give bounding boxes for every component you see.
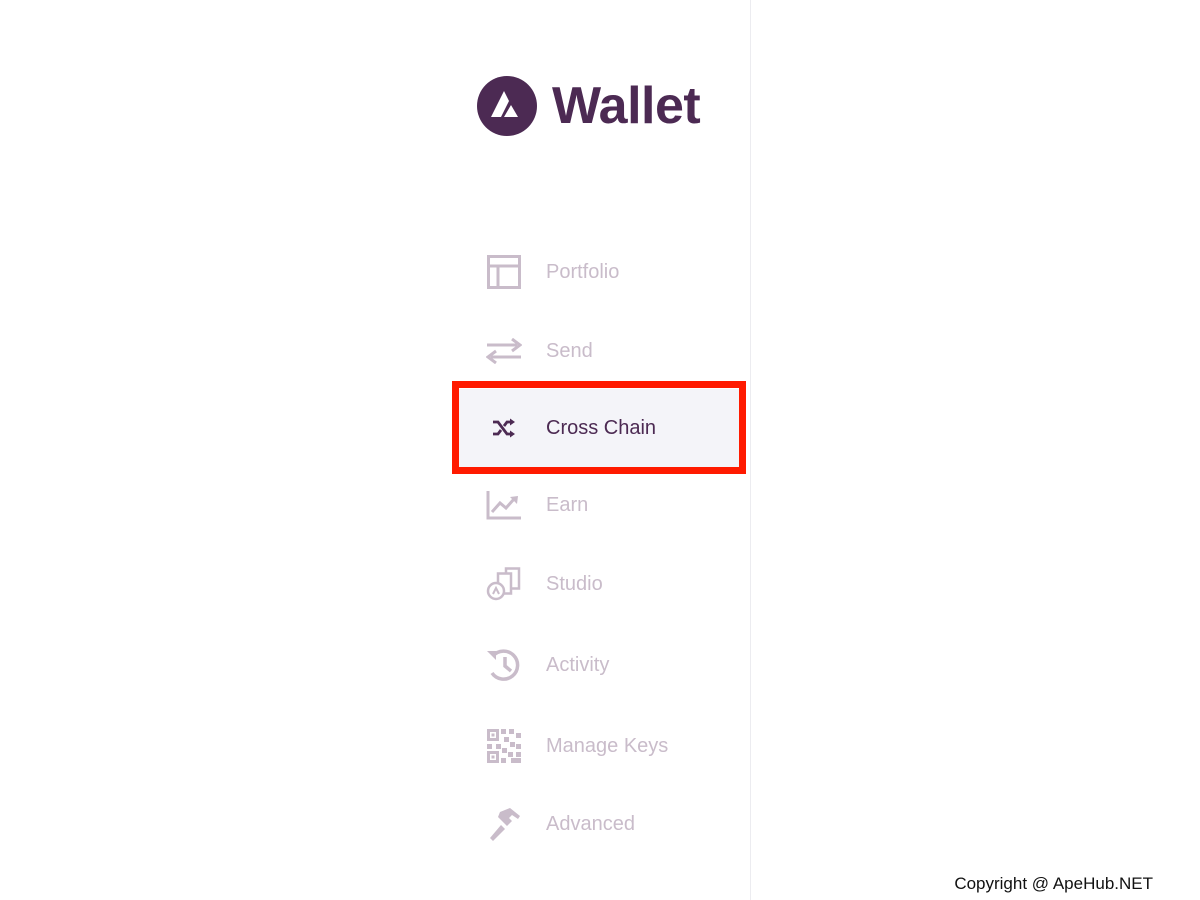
chart-icon bbox=[486, 487, 522, 523]
nav-label-cross-chain: Cross Chain bbox=[546, 417, 657, 439]
nav-item-earn[interactable]: Earn bbox=[459, 466, 739, 544]
nav-label-manage-keys: Manage Keys bbox=[546, 735, 669, 757]
history-icon bbox=[486, 647, 522, 683]
nav-item-studio[interactable]: Studio bbox=[459, 545, 739, 623]
nav-label-earn: Earn bbox=[546, 494, 589, 516]
nav-label-studio: Studio bbox=[546, 573, 603, 595]
qr-code-icon bbox=[486, 728, 522, 764]
shuffle-icon bbox=[486, 410, 522, 446]
nav-item-cross-chain[interactable]: Cross Chain bbox=[459, 389, 739, 467]
nav-label-portfolio: Portfolio bbox=[546, 261, 620, 283]
nav-item-portfolio[interactable]: Portfolio bbox=[459, 233, 739, 311]
sidebar-divider bbox=[750, 0, 751, 900]
portfolio-icon bbox=[486, 254, 522, 290]
nav-item-advanced[interactable]: Advanced bbox=[459, 785, 739, 863]
copyright-text: Copyright @ ApeHub.NET bbox=[954, 874, 1153, 893]
nav-label-activity: Activity bbox=[546, 654, 610, 676]
send-arrows-icon bbox=[486, 333, 522, 369]
wallet-page: Wallet Portfolio Send Cross Chain Earn S… bbox=[0, 0, 1200, 900]
nav-item-manage-keys[interactable]: Manage Keys bbox=[459, 707, 739, 785]
avalanche-logo-icon bbox=[477, 76, 537, 136]
hammer-icon bbox=[486, 806, 522, 842]
studio-icon bbox=[486, 566, 522, 602]
wallet-logo[interactable]: Wallet bbox=[477, 75, 701, 137]
nav-item-send[interactable]: Send bbox=[459, 312, 739, 390]
logo-text: Wallet bbox=[552, 77, 701, 135]
nav-label-send: Send bbox=[546, 340, 593, 362]
nav-label-advanced: Advanced bbox=[546, 813, 635, 835]
nav-item-activity[interactable]: Activity bbox=[459, 626, 739, 704]
